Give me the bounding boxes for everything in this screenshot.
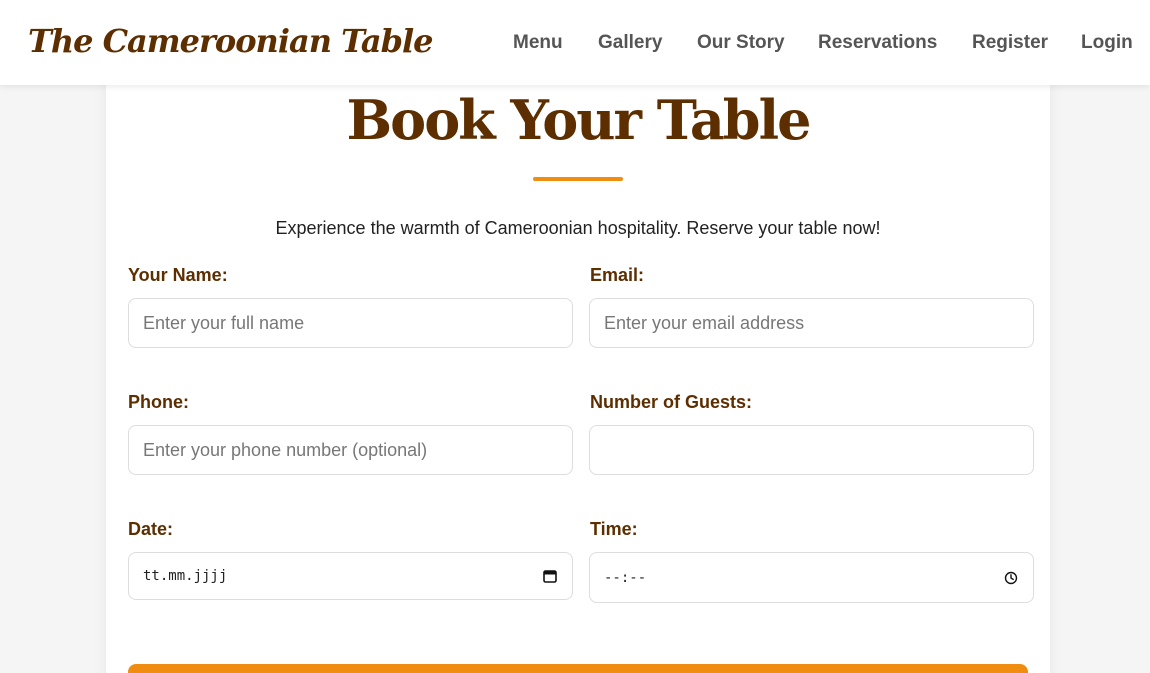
- clock-icon[interactable]: [1003, 570, 1019, 586]
- time-label: Time:: [590, 519, 638, 539]
- calendar-icon[interactable]: [542, 568, 558, 584]
- guests-label: Number of Guests:: [590, 392, 753, 412]
- page-subtitle: Experience the warmth of Cameroonian hos…: [275, 218, 881, 238]
- phone-label: Phone:: [128, 392, 189, 412]
- title-underline: [533, 177, 623, 181]
- name-input[interactable]: [128, 298, 573, 348]
- nav-link-our-story[interactable]: Our Story: [697, 32, 785, 54]
- guests-input[interactable]: [589, 425, 1034, 475]
- page-title: Book Your Table: [346, 88, 812, 152]
- brand-logo[interactable]: The Cameroonian Table: [28, 22, 433, 60]
- name-label: Your Name:: [128, 265, 228, 285]
- date-value: tt.mm.jjjj: [143, 568, 228, 584]
- submit-button[interactable]: [128, 664, 1028, 673]
- time-value: --:--: [604, 569, 647, 586]
- nav-link-menu[interactable]: Menu: [513, 32, 563, 54]
- time-input[interactable]: --:--: [589, 552, 1034, 603]
- phone-input[interactable]: [128, 425, 573, 475]
- email-input[interactable]: [589, 298, 1034, 348]
- navbar: The Cameroonian Table Menu Gallery Our S…: [0, 0, 1150, 85]
- nav-link-login[interactable]: Login: [1081, 32, 1133, 54]
- date-label: Date:: [128, 519, 174, 539]
- nav-link-reservations[interactable]: Reservations: [818, 32, 937, 54]
- date-input[interactable]: tt.mm.jjjj: [128, 552, 573, 600]
- nav-link-gallery[interactable]: Gallery: [598, 32, 662, 54]
- nav-link-register[interactable]: Register: [972, 32, 1048, 54]
- email-label: Email:: [590, 265, 645, 285]
